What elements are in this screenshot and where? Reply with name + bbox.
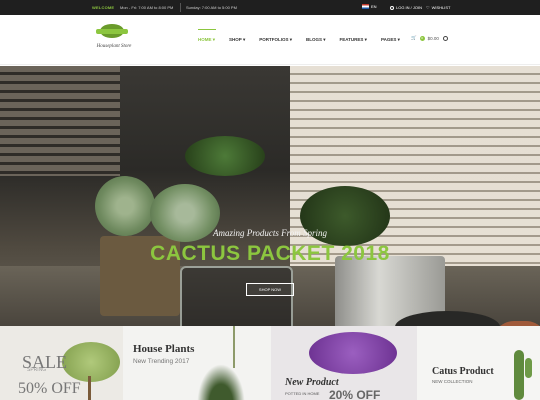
site-logo[interactable]: Houseplant Store <box>91 24 135 60</box>
nav-pages[interactable]: PAGES ▾ <box>381 37 400 43</box>
window-blinds-left <box>0 66 120 176</box>
login-label: LOG IN / JOIN <box>396 5 423 10</box>
shop-now-button[interactable]: SHOP NOW <box>246 283 294 296</box>
user-icon <box>390 5 394 10</box>
cactus-image <box>514 350 524 400</box>
main-nav: HOME ▾ SHOP ▾ PORTFOLIOS ▾ BLOGS ▾ FEATU… <box>198 29 414 43</box>
banner-new-product[interactable]: New Product POTTED IN HOME 20% OFF <box>271 326 417 400</box>
banner-house-plants[interactable]: House Plants New Trending 2017 <box>123 326 271 400</box>
plant-stem <box>233 326 235 368</box>
banner-subtitle: POTTED IN HOME <box>285 391 320 396</box>
cart-total: $0.00 <box>427 35 439 41</box>
cart-icon: 🛒 <box>411 35 417 40</box>
logo-badge-icon <box>96 24 128 38</box>
cactus-image <box>95 176 155 236</box>
top-bar: WELCOME Mon - Fri: 7:00 AM to 8:00 PM Su… <box>0 0 540 15</box>
banner-title: House Plants <box>133 343 195 355</box>
language-label: EN <box>371 4 377 9</box>
aloe-image <box>197 364 245 400</box>
banner-title: New Product <box>285 377 339 388</box>
tree-trunk <box>88 376 91 400</box>
banner-sale-subtitle: SPRING <box>27 367 47 373</box>
language-selector[interactable]: EN <box>362 4 377 9</box>
hero-subtitle: Amazing Products From Spring <box>212 228 328 238</box>
flag-icon <box>362 4 369 9</box>
wishlist-label: WISHLIST <box>431 5 451 10</box>
login-link[interactable]: LOG IN / JOIN <box>390 5 422 10</box>
hero-slider: Amazing Products From Spring CACTUS PACK… <box>0 66 540 326</box>
banner-title: Catus Product <box>432 366 494 377</box>
welcome-text: WELCOME <box>92 5 115 10</box>
logo-name: Houseplant Store <box>96 44 132 49</box>
banner-subtitle: NEW COLLECTION <box>432 379 473 384</box>
plant-image <box>185 136 265 176</box>
banner-catus-product[interactable]: Catus Product NEW COLLECTION <box>417 326 540 400</box>
cart-button[interactable]: 🛒 0 $0.00 <box>411 35 439 41</box>
lilac-image <box>309 332 397 374</box>
nav-shop[interactable]: SHOP ▾ <box>229 37 245 43</box>
glass-pot-image <box>180 266 293 326</box>
banner-sale-off: 50% OFF <box>18 380 81 397</box>
banner-discount: 20% OFF <box>329 388 381 400</box>
search-icon[interactable] <box>443 36 448 41</box>
nav-home[interactable]: HOME ▾ <box>198 29 217 43</box>
nav-portfolios[interactable]: PORTFOLIOS ▾ <box>259 37 292 43</box>
tree-image <box>62 342 120 382</box>
promo-banners: SALE SPRING 50% OFF House Plants New Tre… <box>0 326 540 400</box>
weekday-hours: Mon - Fri: 7:00 AM to 8:00 PM <box>120 5 174 10</box>
heart-icon: ♡ <box>426 5 430 10</box>
banner-subtitle: New Trending 2017 <box>133 358 190 365</box>
banner-sale[interactable]: SALE SPRING 50% OFF <box>0 326 123 400</box>
divider <box>180 3 181 12</box>
nav-features[interactable]: FEATURES ▾ <box>340 37 367 43</box>
site-header: Houseplant Store HOME ▾ SHOP ▾ PORTFOLIO… <box>0 15 540 65</box>
wishlist-link[interactable]: ♡ WISHLIST <box>426 5 450 10</box>
cactus-arm <box>525 358 532 378</box>
sunday-hours: Sunday: 7:00 AM to 5:00 PM <box>186 5 237 10</box>
nav-blogs[interactable]: BLOGS ▾ <box>306 37 326 43</box>
cart-count-badge: 0 <box>419 35 425 41</box>
hero-title: CACTUS PACKET 2018 <box>150 242 390 265</box>
